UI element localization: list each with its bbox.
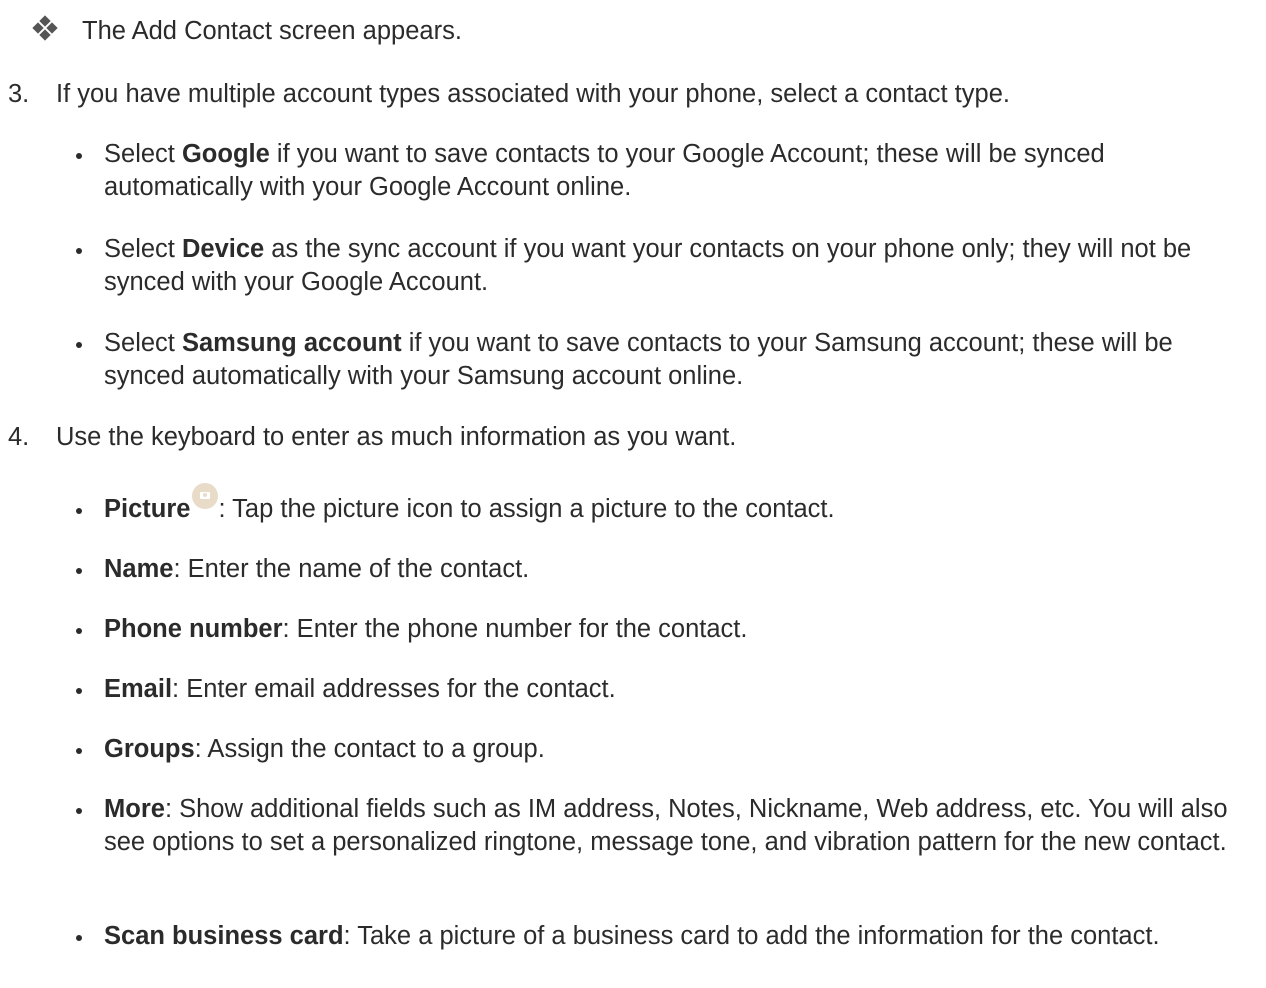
bullet-dot: [76, 793, 104, 859]
field-label-groups: Groups: [104, 735, 195, 763]
list-item-name: Name: Enter the name of the contact.: [76, 553, 1256, 586]
bullet-dot: [76, 613, 104, 646]
list-item-samsung: Select Samsung account if you want to sa…: [76, 327, 1256, 393]
step-4: 4. Use the keyboard to enter as much inf…: [8, 421, 736, 454]
step-text: Use the keyboard to enter as much inform…: [56, 423, 737, 451]
field-label-picture: Picture: [104, 495, 191, 523]
field-label-email: Email: [104, 675, 173, 703]
bullet-dot: [76, 493, 104, 526]
field-label-more: More: [104, 795, 165, 823]
step-result-text: The Add Contact screen appears.: [82, 17, 462, 45]
list-item-groups: Groups: Assign the contact to a group.: [76, 733, 1256, 766]
step-number: 4.: [8, 423, 30, 451]
camera-icon: [192, 483, 219, 510]
option-label-device: Device: [181, 235, 265, 263]
bullet-dot: [76, 920, 104, 953]
step-text: If you have multiple account types assoc…: [56, 80, 1010, 108]
list-item-picture: Picture: Tap the picture icon to assign …: [76, 483, 1256, 526]
field-label-scan-business-card: Scan business card: [104, 922, 344, 950]
bullet-dot: [76, 553, 104, 586]
field-label-phone-number: Phone number: [104, 615, 283, 643]
bullet-dot: [76, 233, 104, 299]
diamond-bullet-icon: [30, 15, 60, 45]
field-label-name: Name: [104, 555, 174, 583]
step-number: 3.: [8, 80, 30, 108]
step-3: 3. If you have multiple account types as…: [8, 78, 1010, 111]
list-item-scan-business-card: Scan business card: Take a picture of a …: [76, 920, 1256, 953]
option-label-google: Google: [181, 140, 270, 168]
list-item-email: Email: Enter email addresses for the con…: [76, 673, 1256, 706]
bullet-dot: [76, 327, 104, 393]
bullet-dot: [76, 733, 104, 766]
list-item-phone-number: Phone number: Enter the phone number for…: [76, 613, 1256, 646]
bullet-dot: [76, 138, 104, 204]
bullet-dot: [76, 673, 104, 706]
list-item-more: More: Show additional fields such as IM …: [76, 793, 1256, 859]
step-result: The Add Contact screen appears.: [30, 15, 462, 48]
option-label-samsung: Samsung account: [181, 329, 402, 357]
list-item-device: Select Device as the sync account if you…: [76, 233, 1256, 299]
list-item-google: Select Google if you want to save contac…: [76, 138, 1256, 204]
